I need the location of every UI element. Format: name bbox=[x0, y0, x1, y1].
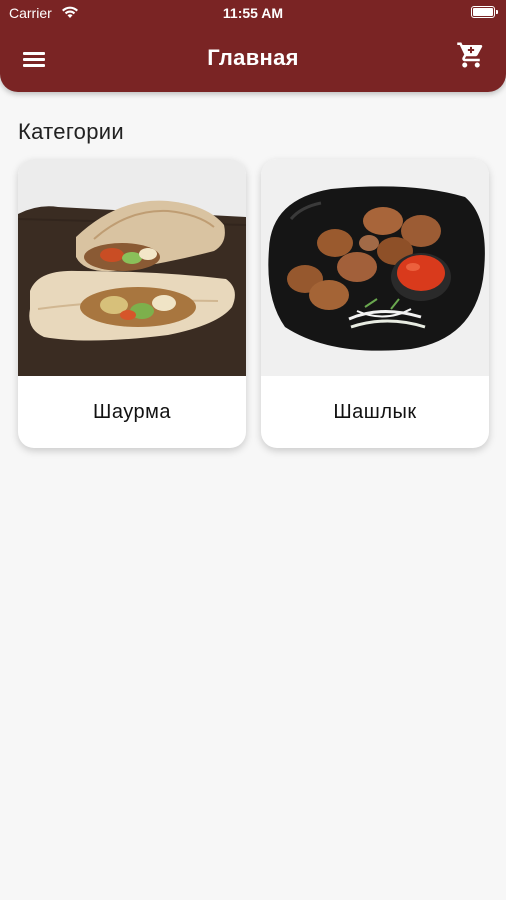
category-label: Шаурма bbox=[93, 400, 171, 423]
app-header: Carrier 11:55 AM Главная bbox=[0, 0, 506, 92]
category-card-shawarma[interactable]: Шаурма bbox=[18, 159, 246, 448]
status-time: 11:55 AM bbox=[222, 5, 284, 21]
category-label: Шашлык bbox=[333, 400, 417, 423]
shashlik-photo bbox=[261, 159, 489, 376]
battery-icon bbox=[471, 6, 498, 18]
shopping-cart-icon bbox=[457, 42, 483, 68]
category-card-shashlik[interactable]: Шашлык bbox=[261, 159, 489, 448]
cart-button[interactable] bbox=[456, 40, 488, 72]
section-title: Категории bbox=[18, 119, 124, 144]
page-title: Главная bbox=[207, 45, 299, 70]
status-bar: Carrier 11:55 AM bbox=[0, 0, 506, 26]
shawarma-photo bbox=[18, 159, 246, 376]
